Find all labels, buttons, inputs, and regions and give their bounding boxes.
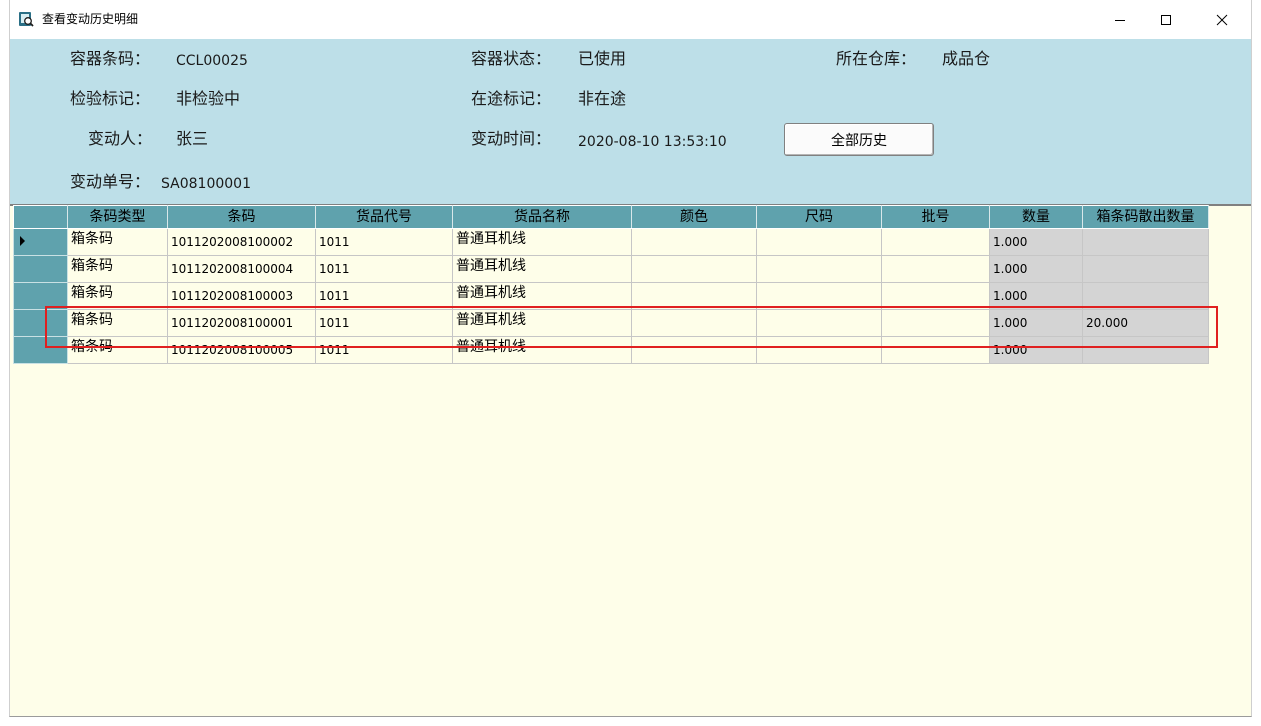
column-header-batch[interactable]: 批号 xyxy=(881,205,990,229)
cell-item-name[interactable]: 普通耳机线 xyxy=(452,255,632,283)
close-icon xyxy=(1216,14,1228,26)
transit-label: 在途标记： xyxy=(471,89,552,108)
transit-value: 非在途 xyxy=(578,89,627,108)
document-search-icon xyxy=(18,11,34,27)
cell-size[interactable] xyxy=(756,309,882,337)
column-header-size[interactable]: 尺码 xyxy=(756,205,882,229)
cell-batch[interactable] xyxy=(881,282,990,310)
cell-barcode[interactable]: 1011202008100005 xyxy=(167,336,316,364)
cell-quantity[interactable]: 1.000 xyxy=(989,282,1083,310)
all-history-button[interactable]: 全部历史 xyxy=(784,123,934,156)
cell-quantity[interactable]: 1.000 xyxy=(989,336,1083,364)
change-time-value: 2020-08-10 13:53:10 xyxy=(578,134,727,150)
current-row-pointer-icon xyxy=(20,236,25,246)
cell-color[interactable] xyxy=(631,282,757,310)
column-header-color[interactable]: 颜色 xyxy=(631,205,757,229)
cell-loose-quantity[interactable] xyxy=(1082,255,1209,283)
cell-quantity[interactable]: 1.000 xyxy=(989,228,1083,256)
maximize-button[interactable] xyxy=(1143,0,1189,39)
column-header-item-name[interactable]: 货品名称 xyxy=(452,205,632,229)
container-info-panel: 容器条码： CCL00025 容器状态： 已使用 所在仓库： 成品仓 检验标记：… xyxy=(10,39,1251,206)
close-button[interactable] xyxy=(1199,0,1245,39)
container-status-value: 已使用 xyxy=(578,49,627,68)
cell-item-name[interactable]: 普通耳机线 xyxy=(452,336,632,364)
cell-loose-quantity[interactable] xyxy=(1082,336,1209,364)
cell-barcode[interactable]: 1011202008100003 xyxy=(167,282,316,310)
cell-item-code[interactable]: 1011 xyxy=(315,336,453,364)
window-title: 查看变动历史明细 xyxy=(42,12,139,26)
cell-barcode[interactable]: 1011202008100001 xyxy=(167,309,316,337)
minimize-button[interactable] xyxy=(1097,0,1143,39)
cell-item-name[interactable]: 普通耳机线 xyxy=(452,282,632,310)
cell-loose-quantity[interactable] xyxy=(1082,228,1209,256)
container-code-value: CCL00025 xyxy=(176,53,248,69)
cell-item-name[interactable]: 普通耳机线 xyxy=(452,309,632,337)
minimize-icon xyxy=(1114,14,1126,26)
cell-color[interactable] xyxy=(631,336,757,364)
row-selector[interactable] xyxy=(13,309,68,337)
cell-barcode[interactable]: 1011202008100004 xyxy=(167,255,316,283)
cell-batch[interactable] xyxy=(881,336,990,364)
column-header-barcode-type[interactable]: 条码类型 xyxy=(67,205,168,229)
cell-quantity[interactable]: 1.000 xyxy=(989,309,1083,337)
table-row[interactable]: 箱条码 1011202008100005 1011 普通耳机线 1.000 xyxy=(13,336,1209,364)
warehouse-label: 所在仓库： xyxy=(836,49,917,68)
cell-item-code[interactable]: 1011 xyxy=(315,255,453,283)
cell-size[interactable] xyxy=(756,255,882,283)
warehouse-value: 成品仓 xyxy=(942,49,991,68)
cell-size[interactable] xyxy=(756,282,882,310)
row-selector[interactable] xyxy=(13,336,68,364)
barcode-grid[interactable]: 条码类型 条码 货品代号 货品名称 颜色 尺码 批号 数量 箱条码散出数量 箱条… xyxy=(13,205,1209,364)
row-selector[interactable] xyxy=(13,255,68,283)
inspection-label: 检验标记： xyxy=(70,89,151,108)
cell-batch[interactable] xyxy=(881,228,990,256)
cell-barcode-type[interactable]: 箱条码 xyxy=(67,282,168,310)
cell-color[interactable] xyxy=(631,255,757,283)
row-indicator-header xyxy=(13,205,68,229)
table-row[interactable]: 箱条码 1011202008100002 1011 普通耳机线 1.000 xyxy=(13,228,1209,256)
table-row[interactable]: 箱条码 1011202008100001 1011 普通耳机线 1.000 20… xyxy=(13,309,1209,337)
cell-color[interactable] xyxy=(631,309,757,337)
cell-color[interactable] xyxy=(631,228,757,256)
table-row[interactable]: 箱条码 1011202008100003 1011 普通耳机线 1.000 xyxy=(13,282,1209,310)
cell-item-code[interactable]: 1011 xyxy=(315,282,453,310)
column-header-loose-quantity[interactable]: 箱条码散出数量 xyxy=(1082,205,1209,229)
cell-quantity[interactable]: 1.000 xyxy=(989,255,1083,283)
column-header-barcode[interactable]: 条码 xyxy=(167,205,316,229)
change-no-label: 变动单号： xyxy=(70,172,151,191)
change-time-label: 变动时间： xyxy=(471,129,552,148)
cell-item-name[interactable]: 普通耳机线 xyxy=(452,228,632,256)
changer-label: 变动人： xyxy=(88,129,153,148)
row-selector[interactable] xyxy=(13,282,68,310)
changer-value: 张三 xyxy=(176,129,209,148)
container-code-label: 容器条码： xyxy=(70,49,151,68)
change-no-value: SA08100001 xyxy=(161,176,251,192)
column-header-item-code[interactable]: 货品代号 xyxy=(315,205,453,229)
container-status-label: 容器状态： xyxy=(471,49,552,68)
cell-barcode[interactable]: 1011202008100002 xyxy=(167,228,316,256)
maximize-icon xyxy=(1160,14,1172,26)
cell-barcode-type[interactable]: 箱条码 xyxy=(67,228,168,256)
cell-loose-quantity[interactable]: 20.000 xyxy=(1082,309,1209,337)
title-bar[interactable]: 查看变动历史明细 xyxy=(10,0,1251,39)
cell-item-code[interactable]: 1011 xyxy=(315,228,453,256)
history-detail-window: 查看变动历史明细 容器条码： CCL00025 容器状态： 已使用 所在仓库： … xyxy=(9,0,1252,717)
grid-header-row: 条码类型 条码 货品代号 货品名称 颜色 尺码 批号 数量 箱条码散出数量 xyxy=(13,205,1209,229)
column-header-quantity[interactable]: 数量 xyxy=(989,205,1083,229)
row-selector[interactable] xyxy=(13,228,68,256)
cell-size[interactable] xyxy=(756,336,882,364)
cell-loose-quantity[interactable] xyxy=(1082,282,1209,310)
cell-barcode-type[interactable]: 箱条码 xyxy=(67,255,168,283)
cell-size[interactable] xyxy=(756,228,882,256)
inspection-value: 非检验中 xyxy=(176,89,241,108)
cell-batch[interactable] xyxy=(881,255,990,283)
cell-barcode-type[interactable]: 箱条码 xyxy=(67,336,168,364)
cell-batch[interactable] xyxy=(881,309,990,337)
table-row[interactable]: 箱条码 1011202008100004 1011 普通耳机线 1.000 xyxy=(13,255,1209,283)
cell-item-code[interactable]: 1011 xyxy=(315,309,453,337)
cell-barcode-type[interactable]: 箱条码 xyxy=(67,309,168,337)
